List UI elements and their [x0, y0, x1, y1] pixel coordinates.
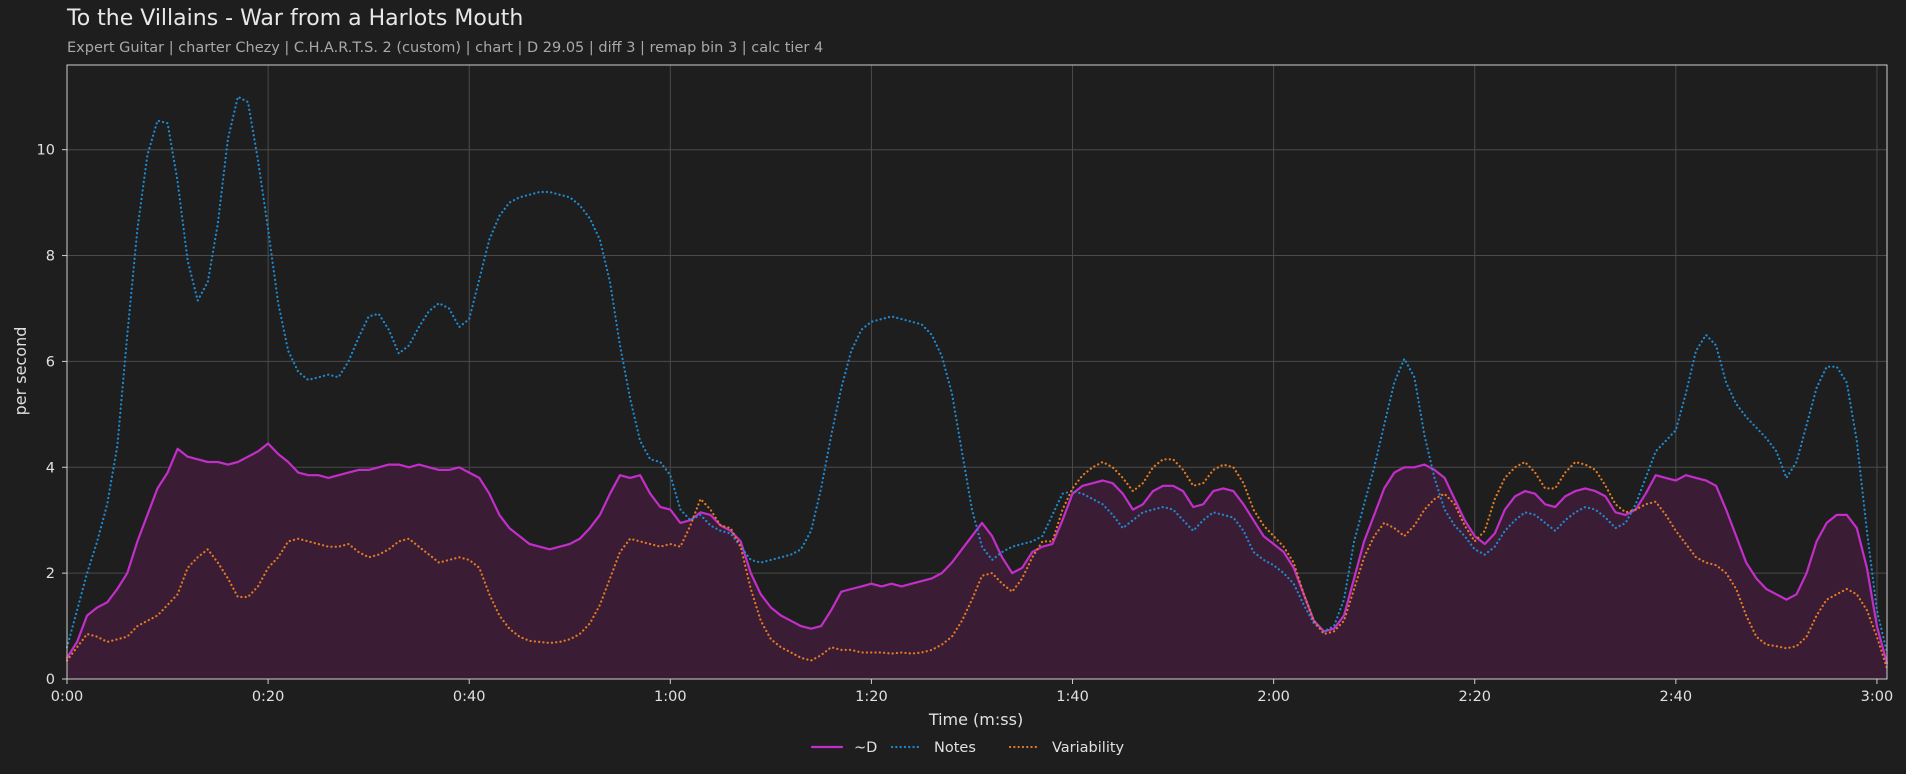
y-tick-label: 8	[46, 249, 55, 265]
x-tick-label: 0:40	[453, 689, 486, 705]
x-tick-label: 0:00	[51, 689, 84, 705]
x-tick-label: 1:20	[855, 689, 888, 705]
x-tick-label: 1:00	[654, 689, 687, 705]
x-tick-label: 2:40	[1660, 689, 1693, 705]
x-tick-label: 1:40	[1056, 689, 1089, 705]
x-tick-label: 2:00	[1257, 689, 1290, 705]
x-axis-label: Time (m:ss)	[928, 710, 1023, 729]
y-axis-label: per second	[11, 327, 30, 416]
chart-root: To the Villains - War from a Harlots Mou…	[0, 0, 1906, 774]
line-chart: 0:00 0:20 0:40 1:00 1:20 1:40 2:00 2:20 2:40 3:00…	[11, 64, 1894, 756]
fill-layer	[67, 443, 1887, 679]
x-tick-label: 3:00	[1861, 689, 1894, 705]
y-tick-label: 0	[46, 672, 55, 688]
y-tick-label: 4	[46, 460, 55, 476]
x-tick-label: 2:20	[1458, 689, 1491, 705]
legend-label: Variability	[1052, 740, 1125, 756]
legend-label: Notes	[934, 740, 976, 756]
legend-label: ~D	[854, 740, 877, 756]
y-tick-label: 10	[37, 143, 55, 159]
y-tick-label: 2	[46, 566, 55, 582]
x-tick-label: 0:20	[252, 689, 285, 705]
legend: ~D Notes Variability	[810, 740, 1125, 756]
series-fill-0	[67, 443, 1887, 679]
y-tick-label: 6	[46, 354, 55, 370]
